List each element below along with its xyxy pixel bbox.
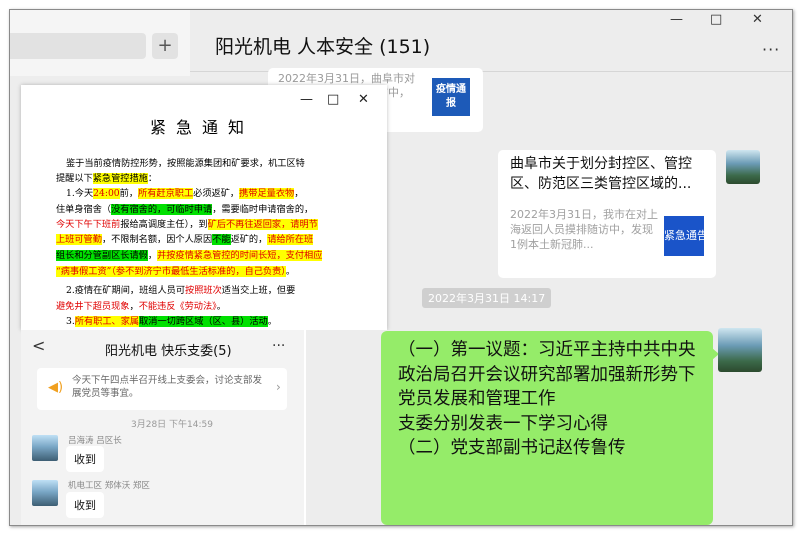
sender-name: 机电工区 郑体沃 郑区 — [68, 481, 150, 491]
chevron-right-icon: › — [276, 380, 281, 394]
sender-name: 吕海涛 吕区长 — [68, 436, 122, 446]
document-text: ， — [294, 188, 304, 199]
document-text: 3. — [66, 316, 75, 327]
document-line: “病事假工资”（参不到济宁市最低生活标准的，自己负责）。 — [56, 266, 356, 278]
document-text: 矿后不再往返回家，请明节 — [207, 219, 318, 230]
document-text: ， — [129, 301, 139, 312]
document-text: 上班，但要 — [249, 285, 296, 296]
close-icon[interactable]: ✕ — [358, 92, 369, 107]
document-text: 交 — [240, 285, 250, 296]
maximize-icon[interactable]: □ — [327, 92, 339, 107]
avatar[interactable] — [32, 480, 58, 506]
document-line: 2.疫情在矿期间，班组人员可按照班次适当交上班，但要 — [66, 285, 366, 297]
document-text: ， — [147, 250, 158, 261]
mobile-chat-timestamp: 3月28日 下午14:59 — [131, 420, 213, 430]
document-text: ，不限制名额，因个人原因 — [101, 234, 213, 245]
document-line: 3.所有职工、家属取消一切跨区域（区、县）活动。 — [66, 316, 366, 328]
more-options-icon[interactable]: ··· — [762, 40, 780, 59]
document-text: 不能违反《劳动法》 — [138, 301, 217, 312]
message-bubble[interactable]: 收到 — [66, 492, 104, 518]
document-line: 上班可管勤，不限制名额，因个人原因不能返矿的，请给所在班 — [56, 234, 356, 246]
document-line: 1.今天24:00前，所有赶京职工必须返矿，携带足量衣物， — [66, 188, 366, 200]
link-card-thumbnail: 紧急通告 — [664, 216, 704, 256]
document-text: 按照班次 — [185, 285, 222, 296]
document-text: 适当 — [221, 285, 241, 296]
document-text: 。 — [216, 301, 226, 312]
document-text: 上班可管勤 — [56, 234, 102, 245]
maximize-icon[interactable]: □ — [710, 12, 722, 27]
document-text: 2.疫情在矿 — [66, 285, 112, 296]
more-options-icon[interactable]: ··· — [272, 338, 285, 354]
avatar[interactable] — [32, 435, 58, 461]
mobile-chat-title: 阳光机电 快乐支委(5) — [105, 344, 232, 359]
document-text: 住单身宿舍（ — [56, 204, 112, 215]
group-notice-text: 今天下午四点半召开线上支委会，讨论支部发展党员等事宜。 — [72, 375, 263, 399]
chat-title: 阳光机电 人本安全 (151) — [215, 36, 431, 58]
document-text: ： — [147, 173, 158, 184]
document-text: 必须返矿， — [193, 188, 240, 199]
document-line: 鉴于当前疫情防控形势，按照能源集团和矿要求，机工区特 — [66, 158, 366, 170]
document-line: 住单身宿舍（没有宿舍的，可临时申请，需要临时申请宿舍的， — [56, 204, 356, 216]
document-text: 携带足量衣物 — [239, 188, 295, 199]
add-button[interactable]: + — [152, 33, 178, 59]
document-text: 24:00 — [93, 188, 120, 199]
minimize-icon[interactable]: — — [670, 12, 683, 27]
document-text: ，班组人员可 — [129, 285, 186, 296]
message-text: （一）第一议题：习近平主持中共中央政治局召开会议研究部署加强新形势下党员发展和管… — [398, 340, 696, 458]
link-card-title: 曲阜市关于划分封控区、管控区、防范区三类管控区域的... — [510, 156, 692, 192]
document-text: 1.今天 — [66, 188, 94, 199]
avatar[interactable] — [726, 150, 760, 184]
document-text: 返矿的， — [230, 234, 268, 245]
document-text: 并按疫情紧急管控的时间长短，支付相应 — [157, 250, 323, 261]
close-icon[interactable]: ✕ — [752, 12, 763, 27]
document-line: 今天下午下班前报给高调度主任），到矿后不再往返回家，请明节 — [56, 219, 356, 231]
document-text: 没有宿舍的，可临时申请 — [111, 204, 213, 215]
document-text: 提醒以下 — [56, 173, 93, 184]
document-text: 不能 — [212, 234, 231, 245]
minimize-icon[interactable]: — — [300, 92, 313, 107]
document-text: 所有赶京职工 — [138, 188, 194, 199]
document-text: 。 — [267, 316, 277, 327]
message-bubble[interactable]: 收到 — [66, 446, 104, 472]
chat-timestamp: 2022年3月31日 14:17 — [422, 288, 552, 308]
document-text: 。 — [285, 266, 296, 277]
document-text: 前， — [119, 188, 139, 199]
document-text: 报给高调度主任），到 — [120, 219, 208, 230]
screenshot-collage: + — □ ✕ 阳光机电 人本安全 (151) ··· 2022年3月31日，曲… — [9, 9, 793, 526]
document-line: 避免井下超员现象，不能违反《劳动法》。 — [56, 301, 356, 313]
document-text: 今天下午下班前 — [56, 219, 121, 230]
document-text: 鉴于当前疫情防控形势，按照能源集团和矿要求，机工区特 — [66, 158, 305, 169]
document-text: ，需要临时申请宿舍的， — [212, 204, 314, 215]
back-icon[interactable]: < — [32, 336, 45, 355]
search-input[interactable] — [10, 33, 146, 59]
speaker-icon: ◀) — [48, 380, 64, 395]
document-text: 紧急管控措施 — [92, 173, 148, 184]
document-text: 请给所在班 — [267, 234, 314, 245]
document-text: “病事假工资”（参不到济宁市最低生活标准的，自己负责） — [56, 266, 286, 277]
document-line: 组长和分管副区长请假，并按疫情紧急管控的时间长短，支付相应 — [56, 250, 356, 262]
document-title: 紧急通知 — [150, 118, 255, 137]
document-text: 所有职工、家属 — [74, 316, 140, 327]
document-text: 期间 — [111, 285, 130, 296]
link-card-desc: 2022年3月31日，我市在对上海返回人员摸排随访中，发现1例本土新冠肺... — [510, 208, 658, 251]
panel-divider — [304, 330, 306, 525]
avatar[interactable] — [718, 328, 762, 372]
document-text: 组长和分管副区长请假 — [56, 250, 148, 261]
document-text: 避免井下超员现象 — [56, 301, 130, 312]
document-line: 提醒以下紧急管控措施： — [56, 173, 356, 185]
document-text: 取消一切跨区域（区、县）活动 — [139, 316, 268, 327]
link-card-thumbnail: 疫情通报 — [432, 78, 470, 116]
